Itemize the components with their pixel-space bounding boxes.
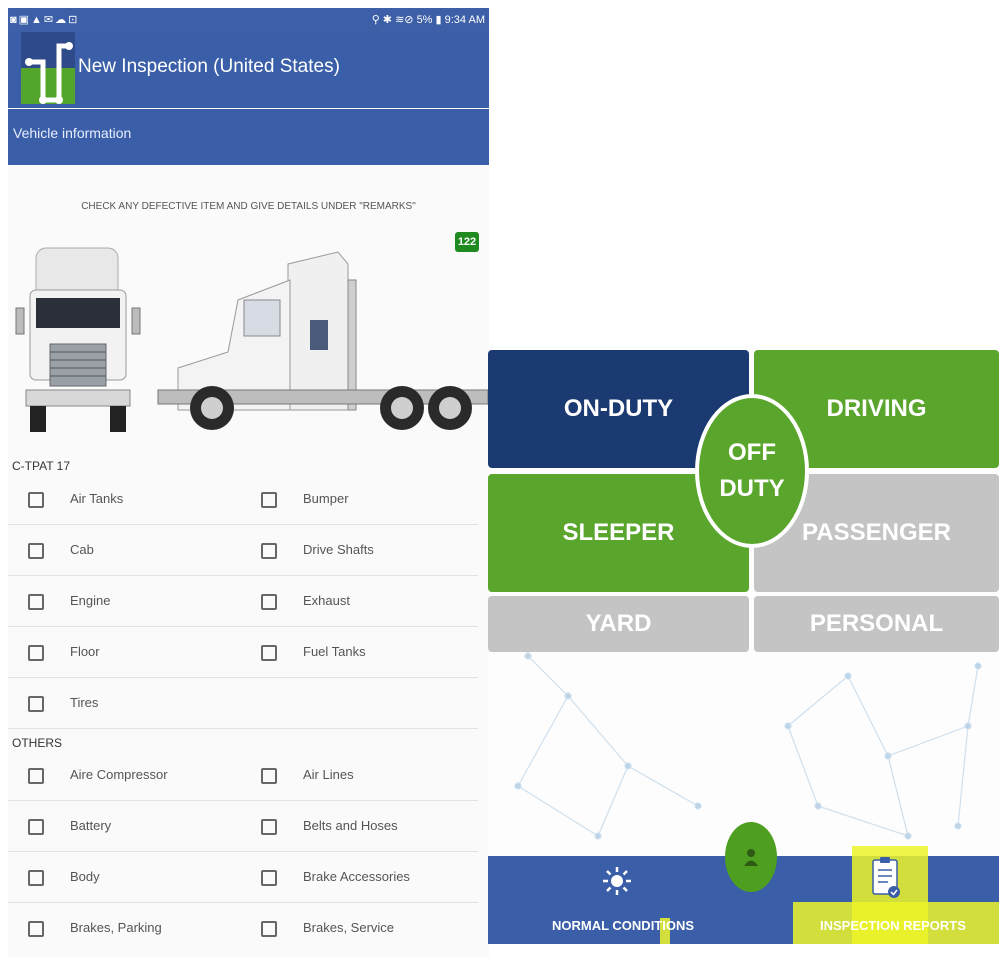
item-label: Brakes, Parking [70, 920, 162, 935]
checkbox[interactable] [28, 543, 44, 559]
item-label: Belts and Hoses [303, 818, 398, 833]
truck-diagram[interactable] [8, 240, 489, 440]
checklist-row: Cab Drive Shafts [8, 525, 478, 576]
checkbox[interactable] [261, 819, 277, 835]
truck-front-view [15, 247, 141, 432]
checkbox[interactable] [28, 696, 44, 712]
item-label: Fuel Tanks [303, 644, 366, 659]
item-label: Aire Compressor [70, 767, 168, 782]
app-bar: New Inspection (United States) [8, 32, 489, 108]
checkbox[interactable] [261, 594, 277, 610]
off-duty-label-line1: OFF [728, 439, 776, 466]
status-icons-left: ◙▣▲✉☁⊡ [10, 14, 80, 26]
checkbox[interactable] [261, 492, 277, 508]
off-duty-button[interactable]: OFF DUTY [695, 394, 809, 548]
off-duty-label-line2: DUTY [719, 475, 785, 502]
checkbox[interactable] [28, 921, 44, 937]
status-bar: ◙▣▲✉☁⊡ ⚲ ✱ ≋⊘ 5% ▮ 9:34 AM [8, 8, 489, 32]
inspection-screen: ◙▣▲✉☁⊡ ⚲ ✱ ≋⊘ 5% ▮ 9:34 AM New Inspectio… [8, 8, 489, 957]
item-label: Cab [70, 542, 94, 557]
inspection-instructions: CHECK ANY DEFECTIVE ITEM AND GIVE DETAIL… [81, 201, 416, 212]
page-title: New Inspection (United States) [78, 56, 340, 77]
section-title-others: OTHERS [12, 736, 63, 750]
checkbox[interactable] [28, 594, 44, 610]
personal-button[interactable]: PERSONAL [754, 596, 999, 652]
checkbox[interactable] [28, 492, 44, 508]
duty-status-screen: ON-DUTY DRIVING SLEEPER PASSENGER YARD P… [488, 346, 999, 944]
checkbox[interactable] [28, 870, 44, 886]
checklist-row: Tires [8, 678, 478, 729]
item-label: Engine [70, 593, 111, 608]
tab-vehicle-information[interactable]: Vehicle information [13, 125, 131, 141]
clipboard-check-icon [872, 857, 900, 898]
item-label: Tires [70, 695, 99, 710]
checkbox[interactable] [261, 921, 277, 937]
checkbox[interactable] [261, 645, 277, 661]
checklist-row: Body Brake Accessories [8, 852, 478, 903]
checkbox[interactable] [28, 645, 44, 661]
checkbox[interactable] [28, 819, 44, 835]
item-label: Brake Accessories [303, 869, 410, 884]
checkbox[interactable] [261, 543, 277, 559]
tab-bar: Vehicle information [8, 109, 489, 165]
checklist-row: Battery Belts and Hoses [8, 801, 478, 852]
driver-fab-button[interactable] [725, 822, 777, 892]
checkbox[interactable] [261, 768, 277, 784]
status-info-right: ⚲ ✱ ≋⊘ 5% ▮ 9:34 AM [371, 14, 485, 26]
checkbox[interactable] [28, 768, 44, 784]
item-label: Drive Shafts [303, 542, 374, 557]
checklist-row: Floor Fuel Tanks [8, 627, 478, 678]
screenshot-root: ◙▣▲✉☁⊡ ⚲ ✱ ≋⊘ 5% ▮ 9:34 AM New Inspectio… [0, 0, 999, 957]
checklist-row: Aire Compressor Air Lines [8, 750, 478, 801]
truck-side-view [157, 251, 489, 430]
item-label: Bumper [303, 491, 349, 506]
item-label: Body [70, 869, 100, 884]
yard-button[interactable]: YARD [488, 596, 749, 652]
section-title-ctpat: C-TPAT 17 [12, 459, 71, 473]
item-label: Exhaust [303, 593, 350, 608]
driver-icon [744, 849, 758, 866]
normal-conditions-button[interactable]: NORMAL CONDITIONS [552, 918, 694, 933]
checklist-row: Brakes, Parking Brakes, Service [8, 903, 478, 954]
checklist-row: Engine Exhaust [8, 576, 478, 627]
checkbox[interactable] [261, 870, 277, 886]
inspection-reports-button[interactable]: INSPECTION REPORTS [820, 918, 966, 933]
app-logo [21, 32, 75, 104]
sun-icon [603, 867, 631, 895]
item-label: Air Lines [303, 767, 354, 782]
item-label: Battery [70, 818, 112, 833]
item-label: Floor [70, 644, 100, 659]
item-label: Brakes, Service [303, 920, 395, 935]
checklist-row: Air Tanks Bumper [8, 474, 478, 525]
item-label: Air Tanks [70, 491, 124, 506]
